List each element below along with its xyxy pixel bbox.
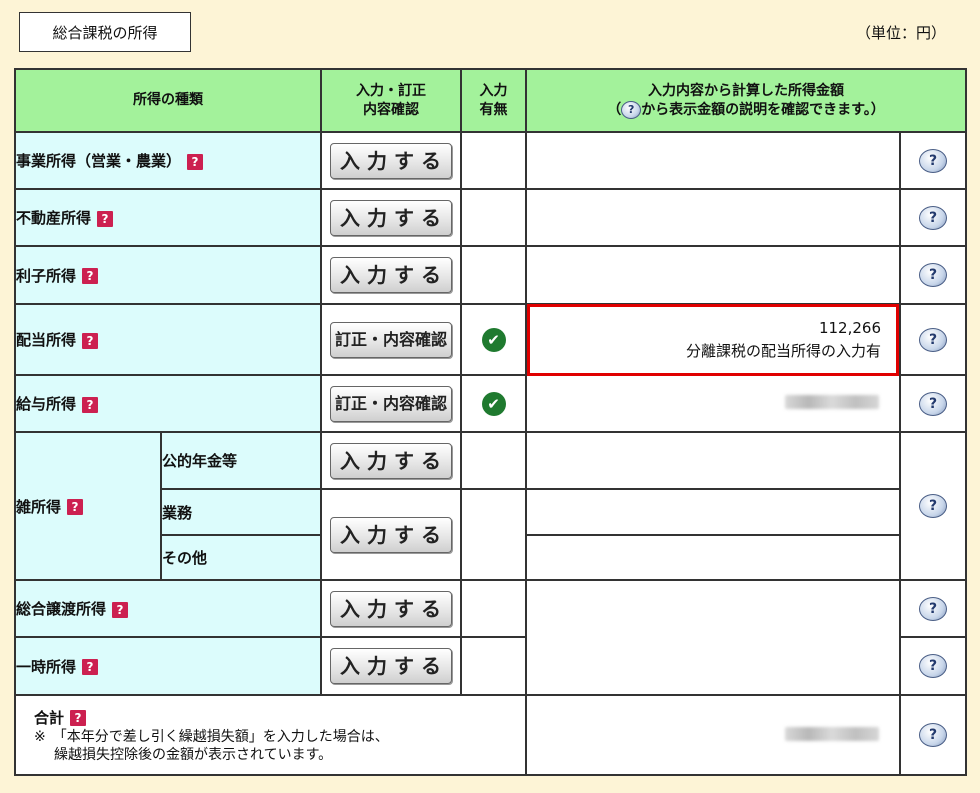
amount-work	[525, 488, 901, 536]
help-balloon-icon[interactable]: ?	[919, 205, 947, 230]
help-balloon-icon[interactable]: ?	[919, 723, 947, 747]
amount-realestate	[525, 188, 901, 247]
help-question-icon[interactable]: ?	[187, 153, 204, 170]
table-row: 利子所得? 入力する ?	[14, 245, 967, 305]
help-question-icon[interactable]: ?	[82, 396, 99, 413]
input-button-misc[interactable]: 入力する	[330, 516, 452, 553]
header-row: 所得の種類 入力・訂正 内容確認 入力 有無 入力内容から計算した所得金額 （? から…	[14, 68, 967, 133]
help-icon: ?	[621, 100, 642, 119]
row-label-transfer: 総合譲渡所得?	[14, 579, 322, 638]
amount-business	[525, 131, 901, 190]
help-question-icon[interactable]: ?	[82, 659, 99, 675]
input-button-transfer[interactable]: 入力する	[330, 590, 452, 627]
help-balloon-icon[interactable]: ?	[919, 391, 947, 416]
table-row: 給与所得? 訂正・内容確認 ✔ ?	[14, 374, 967, 433]
header-amount: 入力内容から計算した所得金額 （? から表示金額の説明を確認できます。）	[525, 68, 967, 133]
help-balloon-icon[interactable]: ?	[919, 596, 947, 621]
input-button-temporary[interactable]: 入力する	[330, 648, 452, 684]
unit-label: （単位：円）	[855, 24, 946, 42]
row-label-work: 業務	[160, 488, 322, 536]
help-balloon-icon[interactable]: ?	[919, 263, 947, 287]
checkmark-icon: ✔	[481, 391, 506, 416]
help-question-icon[interactable]: ?	[82, 332, 99, 349]
row-label-realestate: 不動産所得?	[14, 188, 322, 247]
help-balloon-icon[interactable]: ?	[919, 494, 947, 518]
edit-button-dividend[interactable]: 訂正・内容確認	[330, 321, 452, 358]
help-balloon-icon[interactable]: ?	[919, 327, 947, 352]
row-label-temporary: 一時所得?	[14, 636, 322, 696]
help-question-icon[interactable]: ?	[67, 499, 84, 515]
edit-button-salary[interactable]: 訂正・内容確認	[330, 385, 452, 422]
input-button-pension[interactable]: 入力する	[330, 442, 452, 479]
highlight-box	[527, 304, 899, 376]
row-label-business: 事業所得（営業・農業）?	[14, 131, 322, 190]
input-button-interest[interactable]: 入力する	[330, 257, 452, 293]
row-label-total: 合計? ※ 「本年分で差し引く繰越損失額」を入力した場合は、 繰越損失控除後の金…	[14, 694, 527, 776]
checkmark-icon: ✔	[481, 327, 506, 352]
amount-total	[525, 694, 901, 776]
input-button-realestate[interactable]: 入力する	[330, 199, 452, 236]
section-title: 総合課税の所得	[52, 23, 158, 42]
amount-other	[525, 534, 901, 581]
help-question-icon[interactable]: ?	[70, 710, 87, 726]
amount-pension	[525, 431, 901, 490]
section-title-tab: 総合課税の所得	[19, 12, 191, 52]
help-question-icon[interactable]: ?	[112, 601, 129, 618]
help-balloon-icon[interactable]: ?	[919, 654, 947, 678]
header-flag: 入力 有無	[460, 68, 527, 133]
table-row: 雑所得? 公的年金等 入力する ?	[14, 431, 967, 581]
total-note-line2: 繰越損失控除後の金額が表示されています。	[54, 746, 333, 763]
table-row: 総合譲渡所得? 入力する ?	[14, 579, 967, 696]
income-table: 所得の種類 入力・訂正 内容確認 入力 有無 入力内容から計算した所得金額 （? から…	[14, 68, 967, 776]
row-label-pension: 公的年金等	[160, 431, 322, 490]
help-balloon-icon[interactable]: ?	[919, 148, 947, 173]
amount-salary	[525, 374, 901, 433]
row-label-misc: 雑所得?	[14, 431, 162, 581]
header-type: 所得の種類	[14, 68, 322, 133]
row-label-salary: 給与所得?	[14, 374, 322, 433]
table-row: 合計? ※ 「本年分で差し引く繰越損失額」を入力した場合は、 繰越損失控除後の金…	[14, 694, 967, 776]
total-note-line1: ※ 「本年分で差し引く繰越損失額」を入力した場合は、	[34, 728, 389, 745]
redacted-amount	[785, 395, 879, 409]
row-label-dividend: 配当所得?	[14, 303, 322, 376]
amount-transfer-temporary	[525, 579, 901, 696]
help-question-icon[interactable]: ?	[82, 268, 99, 284]
help-question-icon[interactable]: ?	[97, 210, 114, 227]
input-button-business[interactable]: 入力する	[330, 142, 452, 179]
table-row: 事業所得（営業・農業）? 入力する ?	[14, 131, 967, 190]
row-label-other: その他	[160, 534, 322, 581]
amount-interest	[525, 245, 901, 305]
header-input: 入力・訂正 内容確認	[320, 68, 462, 133]
table-row: 不動産所得? 入力する ?	[14, 188, 967, 247]
redacted-amount	[785, 726, 879, 741]
row-label-interest: 利子所得?	[14, 245, 322, 305]
